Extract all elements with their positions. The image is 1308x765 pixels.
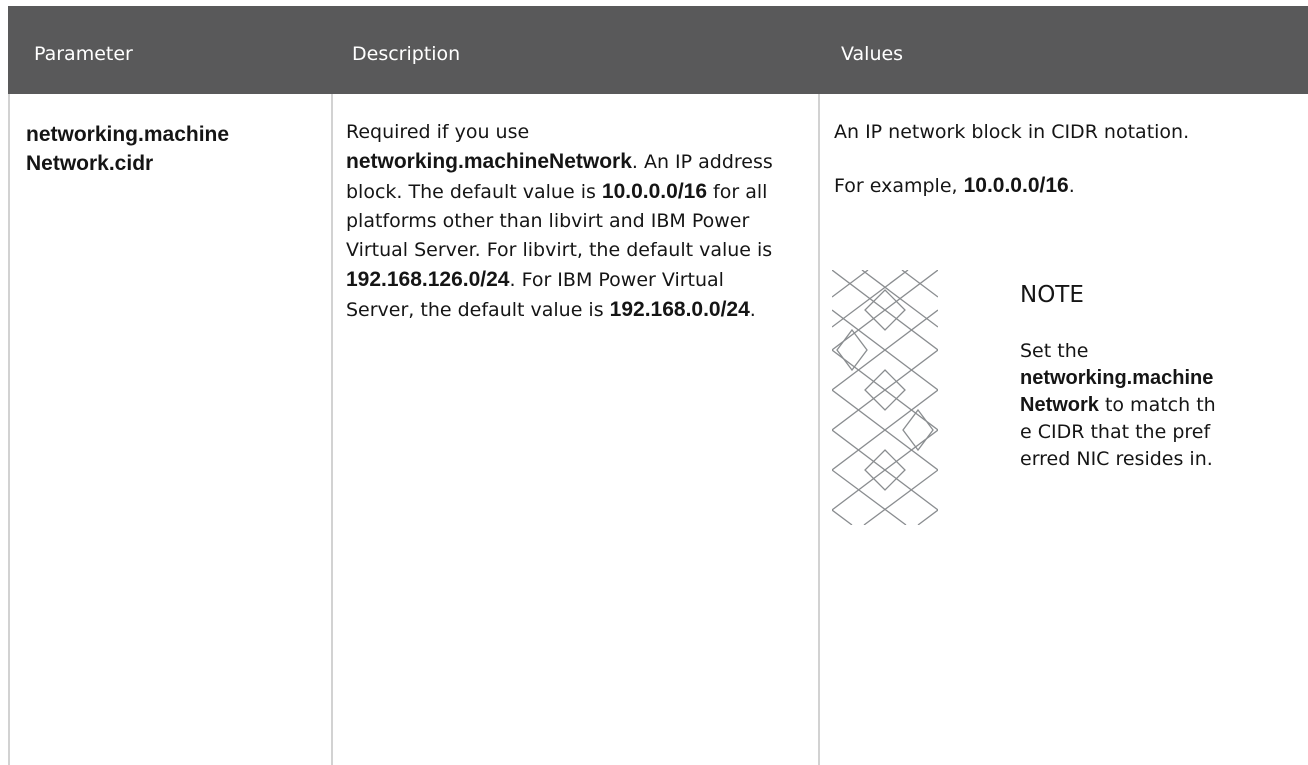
- parameter-name: networking.machine Network.cidr: [26, 123, 230, 175]
- values-summary: An IP network block in CIDR notation.: [834, 121, 1190, 143]
- note-admonition: NOTE Set the networking.machineNetwork t…: [832, 270, 1302, 530]
- table-header: Parameter Description Values: [8, 6, 1308, 94]
- note-title: NOTE: [1020, 282, 1084, 308]
- note-pattern-icon: [832, 270, 938, 525]
- parameter-values: An IP network block in CIDR notation. Fo…: [834, 118, 1294, 225]
- header-description: Description: [352, 43, 461, 65]
- column-divider: [331, 94, 333, 765]
- note-body: Set the networking.machineNetwork to mat…: [1020, 340, 1216, 470]
- values-example: For example, 10.0.0.0/16.: [834, 174, 1075, 197]
- column-divider: [8, 94, 10, 765]
- parameter-description: Required if you use networking.machineNe…: [346, 121, 773, 321]
- column-divider: [818, 94, 820, 765]
- header-parameter: Parameter: [34, 43, 133, 65]
- header-values: Values: [841, 43, 904, 65]
